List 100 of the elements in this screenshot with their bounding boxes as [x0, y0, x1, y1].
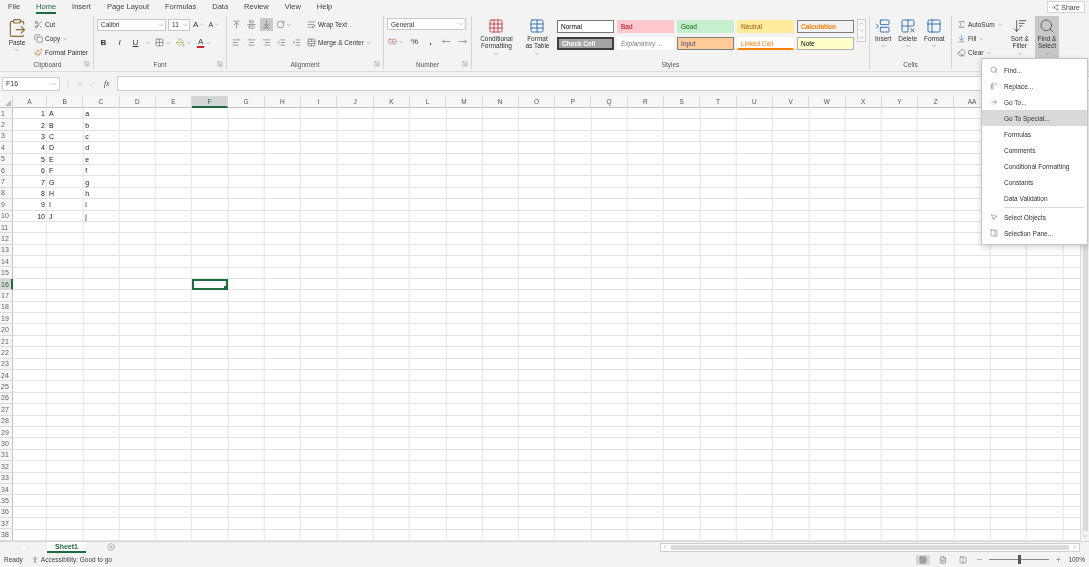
caret-icon: [182, 21, 188, 28]
zoom-in-icon[interactable]: [1055, 556, 1063, 563]
decrease-indent-button[interactable]: [275, 36, 288, 49]
wrap-text-icon: [307, 20, 316, 29]
pointer-icon: [990, 213, 998, 221]
caret-up-icon: [199, 22, 205, 27]
align-right-button[interactable]: [260, 36, 273, 49]
arrow-right-icon: [990, 98, 998, 106]
scrollbar-thumb[interactable]: [671, 544, 1069, 550]
caret-icon: [145, 39, 151, 46]
caret-icon: [398, 38, 404, 45]
table-icon: [926, 18, 943, 34]
down-arrow-icon: [957, 34, 966, 43]
rotate-icon: [276, 20, 285, 29]
borders-button[interactable]: [154, 36, 172, 49]
fill-color-button[interactable]: [175, 36, 193, 49]
page-icon: [939, 555, 948, 564]
align-middle-icon: [247, 20, 256, 29]
fill-handle[interactable]: [224, 286, 229, 291]
chevron-right-icon[interactable]: [25, 543, 32, 551]
caret-icon: [493, 50, 500, 57]
increase-indent-button[interactable]: [290, 36, 303, 49]
zoom-out-icon[interactable]: [976, 556, 984, 563]
align-bottom-icon: [262, 20, 271, 29]
caret-icon: [458, 21, 464, 27]
sigma-icon: [957, 20, 966, 29]
grow-font-button[interactable]: A: [192, 18, 206, 31]
insert-rows-icon: [875, 18, 892, 34]
bottom-align-button[interactable]: [260, 18, 273, 31]
caret-icon: [14, 47, 20, 54]
paintbrush-icon: [34, 48, 43, 57]
normal-view-button[interactable]: [916, 554, 931, 565]
underline-button[interactable]: U: [129, 36, 142, 49]
caret-icon: [1043, 50, 1050, 57]
indent-icon: [292, 38, 301, 47]
caret-icon: [62, 35, 69, 42]
select-all-icon[interactable]: [5, 100, 11, 106]
caret-icon: [1016, 50, 1023, 57]
horizontal-scrollbar[interactable]: [660, 542, 1080, 552]
caret-icon: [880, 43, 887, 50]
add-sheet-icon[interactable]: [106, 543, 115, 551]
grid-icon: [919, 555, 928, 564]
scroll-down-icon[interactable]: [1082, 533, 1088, 539]
launcher-icon[interactable]: [84, 61, 90, 67]
launcher-icon[interactable]: [462, 61, 468, 67]
align-center-button[interactable]: [245, 36, 258, 49]
caret-icon: [165, 39, 171, 46]
zoom-slider-thumb[interactable]: [1018, 555, 1022, 564]
caret-icon: [904, 43, 911, 50]
caret-icon: [214, 22, 220, 27]
merge-cells-icon: [307, 38, 316, 47]
caret-icon: [51, 80, 57, 87]
align-center-icon: [247, 38, 256, 47]
scroll-down-icon[interactable]: [858, 27, 865, 34]
align-left-button[interactable]: [230, 36, 243, 49]
bold-button[interactable]: B: [97, 36, 110, 49]
grid-x-icon: [899, 18, 916, 34]
caret-icon: [534, 50, 541, 57]
chevron-left-icon[interactable]: [15, 543, 22, 551]
scroll-up-icon[interactable]: [858, 20, 865, 27]
grid-icon: [155, 38, 164, 47]
eraser-icon: [957, 48, 966, 57]
caret-icon: [158, 21, 164, 28]
launcher-icon[interactable]: [217, 61, 223, 67]
launcher-icon[interactable]: [374, 61, 380, 67]
share-icon: [1052, 3, 1060, 11]
align-right-icon: [262, 38, 271, 47]
caret-icon: [365, 39, 372, 46]
cancel-icon[interactable]: [76, 79, 84, 88]
search-icon: [990, 66, 998, 74]
dots-icon: [64, 79, 72, 88]
table-icon: [529, 18, 546, 34]
middle-align-button[interactable]: [245, 18, 258, 31]
left-arrow-icon: [442, 37, 451, 46]
grid-icon: [488, 18, 505, 34]
copy-icon: [34, 34, 43, 43]
percent-button[interactable]: %: [408, 35, 421, 48]
more-icon[interactable]: [858, 34, 865, 41]
font-color-button[interactable]: A: [196, 36, 213, 49]
italic-button[interactable]: I: [113, 36, 126, 49]
right-arrow-icon: [458, 37, 467, 46]
columns-icon: [959, 555, 968, 564]
scissors-icon: [34, 20, 43, 29]
clipboard-icon: [7, 18, 27, 38]
scroll-right-icon[interactable]: [1072, 544, 1078, 550]
panel-icon: [990, 229, 998, 237]
search-icon: [1038, 18, 1055, 34]
banknote-icon: [388, 37, 397, 46]
scroll-left-icon[interactable]: [662, 544, 668, 550]
replace-icon: [990, 82, 998, 90]
align-top-icon: [232, 20, 241, 29]
selected-cell[interactable]: [192, 278, 229, 291]
person-icon: [30, 555, 39, 564]
comma-button[interactable]: ,: [424, 35, 437, 48]
align-left-icon: [232, 38, 241, 47]
orientation-button[interactable]: [275, 18, 293, 31]
top-align-button[interactable]: [230, 18, 243, 31]
paint-bucket-icon: [176, 38, 185, 47]
caret-icon: [186, 39, 192, 46]
caret-icon: [996, 21, 1003, 28]
